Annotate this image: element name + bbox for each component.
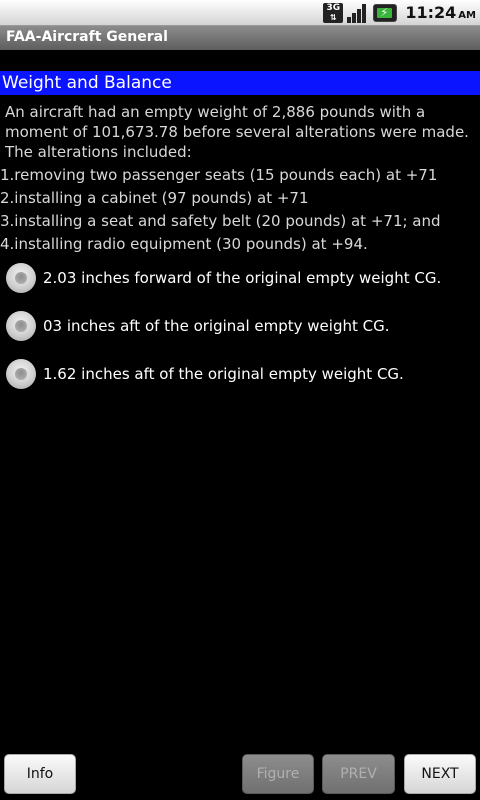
prev-button[interactable]: PREV — [322, 754, 395, 794]
alterations-list: 1.removing two passenger seats (15 pound… — [0, 164, 480, 256]
battery-icon: ⚡ — [373, 3, 398, 22]
network-label: 3G — [326, 2, 341, 13]
radio-button-3[interactable] — [6, 359, 36, 389]
question-text: An aircraft had an empty weight of 2,886… — [5, 103, 469, 161]
answer-label-2[interactable]: 03 inches aft of the original empty weig… — [43, 317, 390, 335]
status-icons: 3G ⇅ ⚡ 11:24 AM — [323, 0, 480, 25]
answer-option-3[interactable]: 1.62 inches aft of the original empty we… — [6, 357, 476, 391]
answer-option-2[interactable]: 03 inches aft of the original empty weig… — [6, 309, 476, 343]
radio-dot-icon — [15, 272, 27, 284]
status-ampm: AM — [458, 9, 476, 21]
radio-button-2[interactable] — [6, 311, 36, 341]
next-button[interactable]: NEXT — [404, 754, 476, 794]
3g-icon: 3G ⇅ — [323, 2, 344, 23]
list-item: 2.installing a cabinet (97 pounds) at +7… — [0, 189, 309, 207]
info-button[interactable]: Info — [4, 754, 76, 794]
list-item: 1.removing two passenger seats (15 pound… — [0, 166, 438, 184]
answer-option-1[interactable]: 2.03 inches forward of the original empt… — [6, 261, 476, 295]
radio-button-1[interactable] — [6, 263, 36, 293]
app-title-bar: FAA-Aircraft General — [0, 26, 480, 50]
answer-label-1[interactable]: 2.03 inches forward of the original empt… — [43, 269, 441, 287]
radio-dot-icon — [15, 368, 27, 380]
app-title: FAA-Aircraft General — [6, 29, 168, 45]
signal-icon — [347, 3, 367, 23]
radio-dot-icon — [15, 320, 27, 332]
list-item: 3.installing a seat and safety belt (20 … — [0, 212, 441, 230]
section-title: Weight and Balance — [2, 73, 172, 93]
status-bar: 3G ⇅ ⚡ 11:24 AM — [0, 0, 480, 26]
section-header: Weight and Balance — [0, 71, 480, 95]
figure-button[interactable]: Figure — [242, 754, 314, 794]
list-item: 4.installing radio equipment (30 pounds)… — [0, 235, 368, 253]
status-time: 11:24 — [405, 3, 457, 22]
answer-label-3[interactable]: 1.62 inches aft of the original empty we… — [43, 365, 404, 383]
